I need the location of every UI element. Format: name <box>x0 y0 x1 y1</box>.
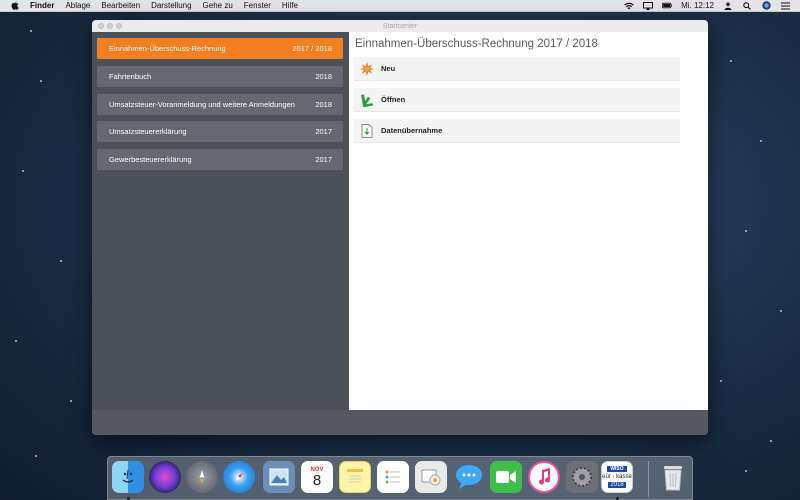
finder-icon[interactable] <box>112 461 144 493</box>
calendar-icon[interactable]: NOV 8 <box>301 461 333 493</box>
sidebar-item-year: 2017 <box>315 155 332 164</box>
open-button[interactable]: Öffnen <box>354 88 680 112</box>
wiso-label: eür · kasse <box>602 474 632 480</box>
sidebar-item-fahrtenbuch[interactable]: Fahrtenbuch 2018 <box>97 66 343 87</box>
trash-icon[interactable] <box>657 461 689 493</box>
wiso-year: 2018 <box>608 482 626 488</box>
menu-ablage[interactable]: Ablage <box>65 1 90 10</box>
menubar-clock[interactable]: Mi. 12:12 <box>681 1 714 10</box>
startcenter-window: Startcenter Einnahmen-Überschuss-Rechnun… <box>92 20 708 435</box>
menu-bar: Finder Ablage Bearbeiten Darstellung Geh… <box>0 0 800 12</box>
messages-icon[interactable] <box>453 461 485 493</box>
menu-darstellung[interactable]: Darstellung <box>151 1 191 10</box>
menu-hilfe[interactable]: Hilfe <box>282 1 298 10</box>
calendar-day: 8 <box>312 471 322 489</box>
new-star-icon <box>360 61 374 76</box>
new-button[interactable]: Neu <box>354 57 680 81</box>
sidebar-item-year: 2018 <box>315 72 332 81</box>
main-panel: Einnahmen-Überschuss-Rechnung 2017 / 201… <box>349 32 708 410</box>
sidebar-item-label: Umsatzsteuer-Voranmeldung und weitere An… <box>109 100 295 109</box>
sidebar-item-label: Einnahmen-Überschuss-Rechnung <box>109 44 226 53</box>
menu-fenster[interactable]: Fenster <box>244 1 271 10</box>
title-bar[interactable]: Startcenter <box>92 20 708 32</box>
siri-icon[interactable] <box>149 461 181 493</box>
window-title: Startcenter <box>382 22 418 30</box>
wifi-icon[interactable] <box>624 2 634 10</box>
open-arrow-icon <box>360 93 374 107</box>
menu-app-name[interactable]: Finder <box>30 1 54 10</box>
window-footer <box>92 410 708 435</box>
siri-icon[interactable] <box>761 1 771 10</box>
sidebar-item-label: Gewerbesteuererklärung <box>109 155 192 164</box>
open-button-label: Öffnen <box>381 95 406 104</box>
user-icon[interactable] <box>723 2 733 10</box>
sidebar-item-label: Fahrtenbuch <box>109 72 152 81</box>
sidebar-item-year: 2017 <box>315 127 332 136</box>
reminders-icon[interactable] <box>377 461 409 493</box>
launchpad-icon[interactable] <box>186 461 218 493</box>
apple-menu-icon[interactable] <box>10 1 20 11</box>
itunes-icon[interactable] <box>528 461 560 493</box>
sidebar-item-umsatzsteuererklaerung[interactable]: Umsatzsteuererklärung 2017 <box>97 121 343 142</box>
airplay-icon[interactable] <box>643 1 654 10</box>
sidebar-item-label: Umsatzsteuererklärung <box>109 127 187 136</box>
menu-bearbeiten[interactable]: Bearbeiten <box>101 1 140 10</box>
sidebar-item-umsatzsteuer-voranmeldung[interactable]: Umsatzsteuer-Voranmeldung und weitere An… <box>97 94 343 115</box>
wiso-app-icon[interactable]: WISO eür · kasse 2018 <box>601 461 633 493</box>
new-button-label: Neu <box>381 64 396 73</box>
facetime-icon[interactable] <box>490 461 522 493</box>
notification-center-icon[interactable] <box>780 2 790 10</box>
battery-icon[interactable] <box>662 2 673 10</box>
notes-icon[interactable] <box>339 461 371 493</box>
preview-icon[interactable] <box>263 461 295 493</box>
dock-separator <box>648 461 649 497</box>
photos-icon[interactable] <box>415 461 447 493</box>
menu-gehe-zu[interactable]: Gehe zu <box>203 1 233 10</box>
system-preferences-icon[interactable] <box>566 461 598 493</box>
data-import-button[interactable]: Datenübernahme <box>354 119 680 143</box>
sidebar-item-year: 2018 <box>315 100 332 109</box>
wiso-brand: WISO <box>607 466 627 472</box>
page-title: Einnahmen-Überschuss-Rechnung 2017 / 201… <box>355 38 598 50</box>
data-import-icon <box>360 123 374 138</box>
sidebar-item-gewerbesteuererklaerung[interactable]: Gewerbesteuererklärung 2017 <box>97 149 343 170</box>
data-import-button-label: Datenübernahme <box>381 126 443 135</box>
safari-icon[interactable] <box>223 461 255 493</box>
sidebar: Einnahmen-Überschuss-Rechnung 2017 / 201… <box>92 32 349 410</box>
sidebar-item-euer[interactable]: Einnahmen-Überschuss-Rechnung 2017 / 201… <box>97 38 343 59</box>
spotlight-search-icon[interactable] <box>742 1 752 10</box>
sidebar-item-year: 2017 / 2018 <box>292 44 332 53</box>
dock: NOV 8 WISO eür · kasse 2018 <box>107 456 693 500</box>
